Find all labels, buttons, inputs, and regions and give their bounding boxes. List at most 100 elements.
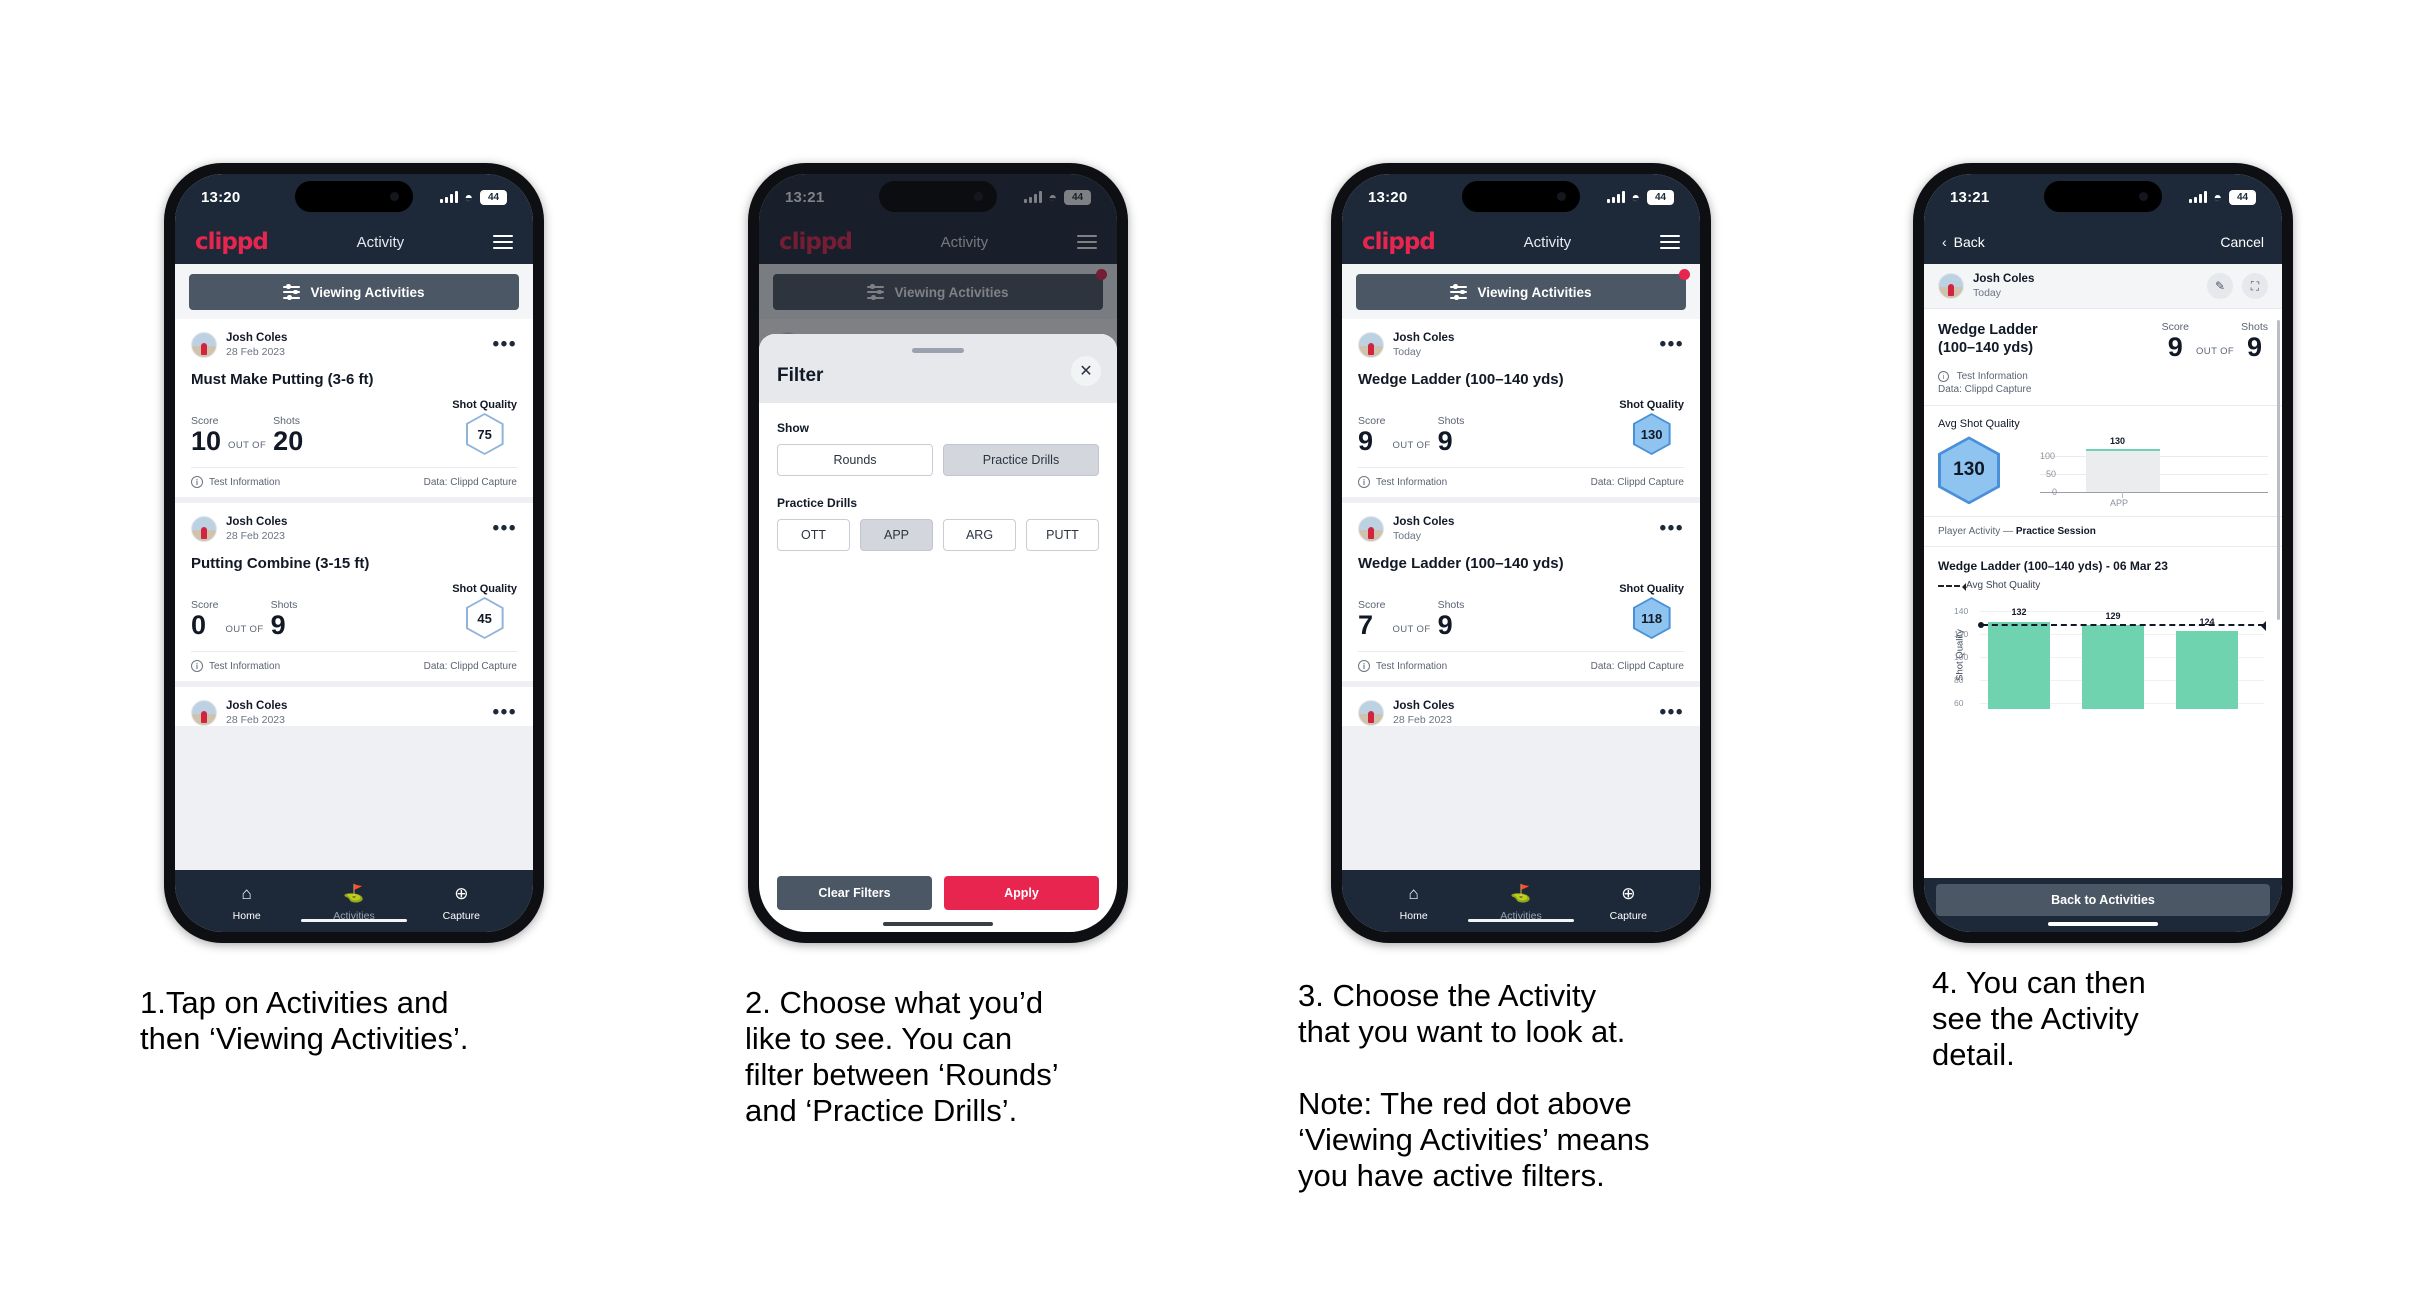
viewing-activities-button[interactable]: Viewing Activities	[189, 274, 519, 310]
hamburger-menu-icon[interactable]	[1660, 235, 1680, 249]
mini-ytick-50: 50	[2046, 469, 2057, 480]
filter-option-rounds[interactable]: Rounds	[777, 444, 933, 476]
more-options-icon[interactable]: •••	[493, 336, 517, 354]
pencil-icon[interactable]: ✎	[2207, 273, 2233, 299]
mini-ytick-100: 100	[2040, 451, 2056, 462]
phone-activity-detail: 13:21 ◓ 44 ‹ Back Cancel Josh Coles Toda…	[1913, 163, 2293, 943]
tab-activities[interactable]: ⛳ Activities	[1467, 885, 1574, 924]
tab-capture-label: Capture	[442, 909, 480, 922]
avatar	[191, 332, 217, 358]
activity-title: Wedge Ladder (100–140 yds)	[1358, 371, 1564, 388]
shots-label: Shots	[270, 598, 298, 611]
tab-activities[interactable]: ⛳ Activities	[300, 885, 407, 924]
phone-filter-sheet: 13:21 ◓ 44 clippd Activity Viewing Activ…	[748, 163, 1128, 943]
score-value: 0	[191, 609, 207, 640]
bottom-tab-bar: ⌂ Home ⛳ Activities ⊕ Capture	[175, 870, 533, 932]
tab-home[interactable]: ⌂ Home	[1360, 885, 1467, 924]
info-icon[interactable]: i	[191, 660, 203, 672]
ytick-100: 100	[1954, 652, 1969, 663]
score-value: 9	[2167, 332, 2183, 362]
practice-drills-section-label: Practice Drills	[777, 496, 858, 510]
battery-indicator: 44	[480, 189, 507, 205]
test-information-row: i Test Information	[1938, 371, 2268, 383]
chart-legend-label: Avg Shot Quality	[1966, 580, 2041, 592]
activity-card[interactable]: Josh Coles 28 Feb 2023 ••• Putting Combi…	[175, 503, 533, 681]
score-value: 9	[1358, 425, 1374, 456]
chart-title: Wedge Ladder (100–140 yds) - 06 Mar 23	[1938, 559, 2168, 574]
tab-home[interactable]: ⌂ Home	[193, 885, 300, 924]
activity-feed[interactable]: Josh Coles Today ••• Wedge Ladder (100–1…	[1342, 319, 1700, 870]
tutorial-screenshot: 13:20 ◓ 44 clippd Activity Viewing Activ…	[0, 0, 2423, 1303]
activity-card-partial[interactable]: Josh Coles 28 Feb 2023 •••	[1342, 687, 1700, 726]
back-button[interactable]: ‹ Back	[1942, 234, 1985, 250]
filter-option-putt[interactable]: PUTT	[1026, 519, 1099, 551]
shots-value: 9	[270, 609, 286, 640]
filter-option-practice-drills[interactable]: Practice Drills	[943, 444, 1099, 476]
more-options-icon[interactable]: •••	[1660, 520, 1684, 538]
back-to-activities-button[interactable]: Back to Activities	[1936, 884, 2270, 916]
mini-bar-value: 130	[2110, 436, 2126, 447]
shot-quality-value: 118	[1634, 599, 1669, 637]
info-icon[interactable]: i	[1938, 371, 1949, 383]
chevron-left-icon: ‹	[1942, 234, 1947, 250]
activity-feed[interactable]: Josh Coles 28 Feb 2023 ••• Must Make Put…	[175, 319, 533, 870]
shot-quality-hexagon: 45	[465, 597, 504, 639]
score-value: 7	[1358, 609, 1374, 640]
detail-header: ‹ Back Cancel	[1924, 220, 2282, 264]
cancel-button[interactable]: Cancel	[2220, 234, 2264, 250]
shot-quality-chart-section: Wedge Ladder (100–140 yds) - 06 Mar 23 A…	[1924, 547, 2282, 710]
info-icon[interactable]: i	[1358, 660, 1370, 672]
activity-card[interactable]: Josh Coles 28 Feb 2023 ••• Must Make Put…	[175, 319, 533, 497]
scrollbar[interactable]	[2277, 320, 2280, 620]
player-activity-value: Practice Session	[2015, 526, 2096, 538]
activity-title: Wedge Ladder (100–140 yds)	[1358, 555, 1564, 572]
clippd-logo[interactable]: clippd	[195, 229, 269, 255]
player-activity-prefix: Player Activity —	[1938, 526, 2016, 538]
caption-step-3: 3. Choose the Activity that you want to …	[1298, 978, 1650, 1193]
more-options-icon[interactable]: •••	[1660, 336, 1684, 354]
score-metric: Score 9	[1358, 415, 1385, 455]
filter-option-ott[interactable]: OTT	[777, 519, 850, 551]
info-icon[interactable]: i	[1358, 476, 1370, 488]
card-footer: i Test Information Data: Clippd Capture	[1358, 467, 1684, 497]
activity-card[interactable]: Josh Coles Today ••• Wedge Ladder (100–1…	[1342, 319, 1700, 497]
activity-card[interactable]: Josh Coles Today ••• Wedge Ladder (100–1…	[1342, 503, 1700, 681]
filter-option-app[interactable]: APP	[860, 519, 933, 551]
tab-capture[interactable]: ⊕ Capture	[408, 885, 515, 924]
score-metric: Score 10	[191, 415, 221, 455]
clippd-logo[interactable]: clippd	[1362, 229, 1436, 255]
detail-body[interactable]: Josh Coles Today ✎ ⛶ Wedge Ladder (100–1…	[1924, 264, 2282, 878]
expand-icon[interactable]: ⛶	[2242, 273, 2268, 299]
home-indicator	[883, 922, 993, 926]
out-of-label: OUT OF	[228, 440, 267, 451]
shots-value: 20	[273, 425, 304, 456]
viewing-activities-button[interactable]: Viewing Activities	[1356, 269, 1690, 310]
user-name: Josh Coles	[226, 700, 288, 713]
filter-sheet-header: Filter ✕	[759, 334, 1117, 403]
info-icon[interactable]: i	[191, 476, 203, 488]
filter-title: Filter	[777, 365, 824, 386]
clear-filters-button[interactable]: Clear Filters	[777, 876, 932, 910]
shots-label: Shots	[273, 414, 301, 427]
bar-3	[2176, 631, 2238, 710]
more-options-icon[interactable]: •••	[493, 520, 517, 538]
activity-card-partial[interactable]: Josh Coles 28 Feb 2023 •••	[175, 687, 533, 726]
shot-quality-hexagon: 118	[1632, 597, 1671, 639]
shots-label: Shots	[1437, 414, 1465, 427]
close-icon[interactable]: ✕	[1071, 356, 1101, 386]
apply-button[interactable]: Apply	[944, 876, 1099, 910]
more-options-icon[interactable]: •••	[1660, 704, 1684, 722]
shots-metric: Shots 9	[1438, 599, 1465, 639]
avg-shot-quality-value: 130	[1941, 439, 1997, 502]
sheet-drag-handle[interactable]	[912, 348, 964, 353]
activity-date: Today	[1393, 529, 1422, 542]
hamburger-menu-icon[interactable]	[493, 235, 513, 249]
filter-option-arg[interactable]: ARG	[943, 519, 1016, 551]
score-metric: Score 0	[191, 599, 218, 639]
shot-quality-label: Shot Quality	[1619, 583, 1684, 595]
activity-date: 28 Feb 2023	[1393, 713, 1452, 726]
shot-quality-label: Shot Quality	[1619, 399, 1684, 411]
tab-capture[interactable]: ⊕ Capture	[1575, 885, 1682, 924]
golf-flag-icon: ⛳	[343, 883, 365, 903]
more-options-icon[interactable]: •••	[493, 704, 517, 722]
